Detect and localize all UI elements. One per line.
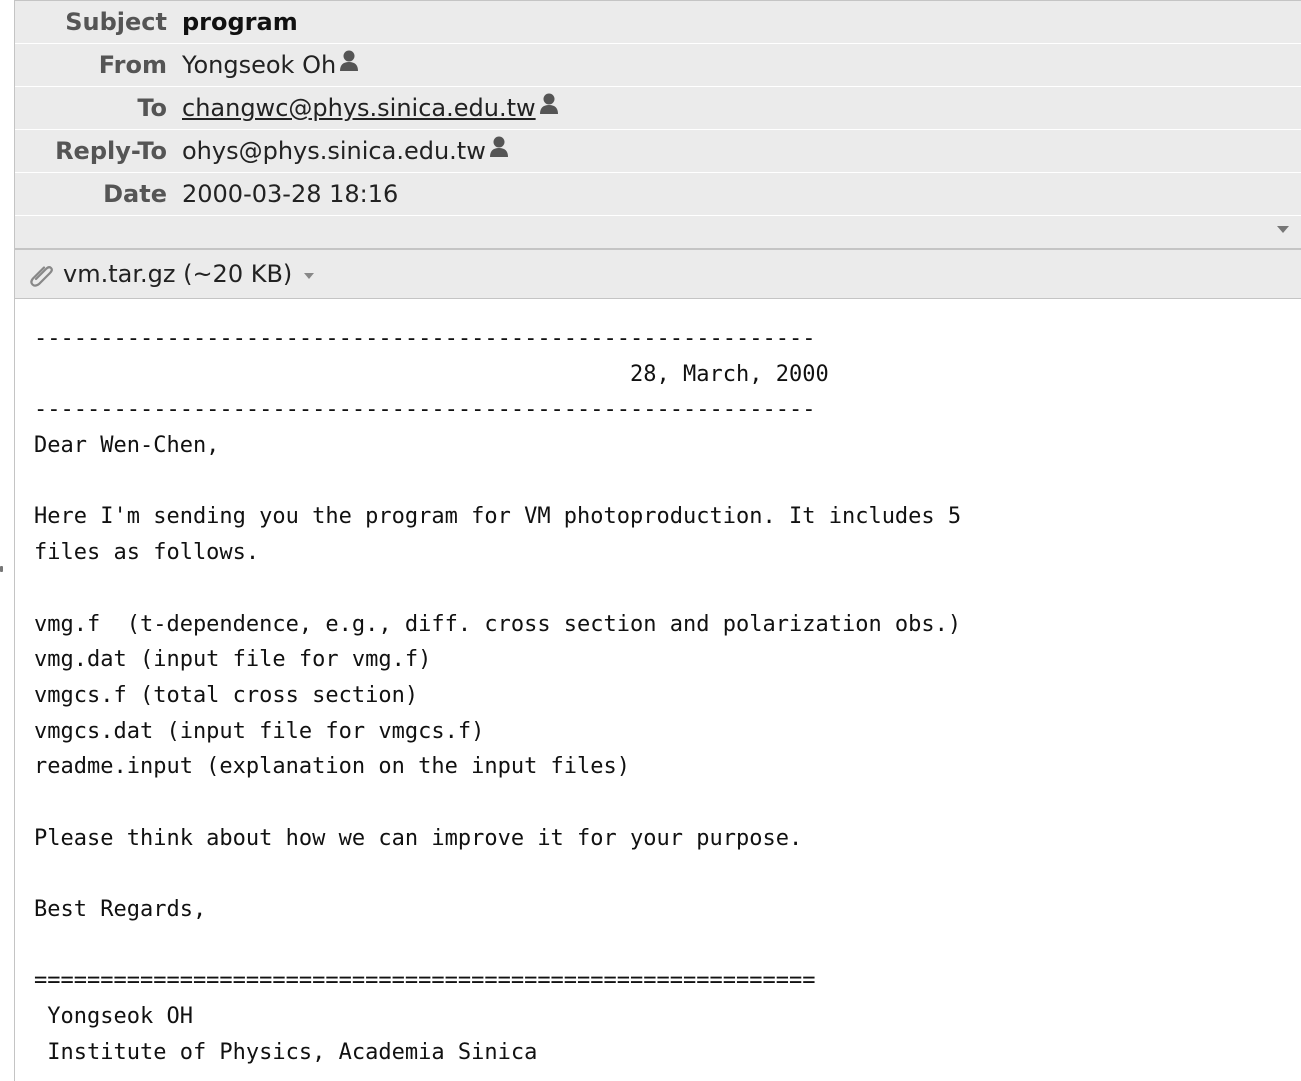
header-row-to: To changwc@phys.sinica.edu.tw xyxy=(15,87,1301,130)
header-row-subject: Subject program xyxy=(15,1,1301,44)
message-body: ----------------------------------------… xyxy=(15,299,1301,1070)
contact-person-icon[interactable] xyxy=(338,49,360,73)
from-label: From xyxy=(98,51,167,79)
body-line: Here I'm sending you the program for VM … xyxy=(34,504,962,530)
body-line: 28, March, 2000 xyxy=(34,361,829,387)
to-address-link[interactable]: changwc@phys.sinica.edu.tw xyxy=(182,94,536,122)
contact-person-icon[interactable] xyxy=(488,135,510,159)
attachment-menu-chevron-down-icon[interactable] xyxy=(304,273,315,279)
attachment-bar[interactable]: vm.tar.gz (~20 KB) xyxy=(15,250,1301,299)
chevron-down-icon[interactable] xyxy=(1277,226,1289,233)
body-line: ========================================… xyxy=(34,968,816,994)
reply-to-value[interactable]: ohys@phys.sinica.edu.tw xyxy=(182,135,510,165)
body-line: vmg.f (t-dependence, e.g., diff. cross s… xyxy=(34,611,962,637)
headers-expand-toggle[interactable] xyxy=(15,216,1301,249)
body-line: files as follows. xyxy=(34,540,260,566)
to-label: To xyxy=(137,94,167,122)
body-line xyxy=(34,856,1301,892)
message-view: Subject program From Yongseok Oh To chan… xyxy=(14,0,1301,1081)
body-line: vmgcs.f (total cross section) xyxy=(34,682,419,708)
message-headers: Subject program From Yongseok Oh To chan… xyxy=(15,1,1301,250)
left-edge-marker xyxy=(0,566,3,572)
paperclip-icon xyxy=(30,266,53,287)
body-line: ----------------------------------------… xyxy=(34,397,816,423)
to-value[interactable]: changwc@phys.sinica.edu.tw xyxy=(182,92,560,122)
subject-value: program xyxy=(182,8,298,36)
date-value: 2000-03-28 18:16 xyxy=(182,180,399,208)
attachment-name[interactable]: vm.tar.gz (~20 KB) xyxy=(63,260,292,288)
body-line xyxy=(34,785,1301,821)
body-line xyxy=(34,464,1301,500)
header-row-date: Date 2000-03-28 18:16 xyxy=(15,173,1301,216)
header-row-reply-to: Reply-To ohys@phys.sinica.edu.tw xyxy=(15,130,1301,173)
body-line: readme.input (explanation on the input f… xyxy=(34,754,631,780)
body-line xyxy=(34,571,1301,607)
date-label: Date xyxy=(103,180,167,208)
body-line: vmg.dat (input file for vmg.f) xyxy=(34,647,432,673)
body-line: Dear Wen-Chen, xyxy=(34,433,220,459)
from-name[interactable]: Yongseok Oh xyxy=(182,51,336,79)
reply-to-address[interactable]: ohys@phys.sinica.edu.tw xyxy=(182,137,486,165)
body-line xyxy=(34,928,1301,964)
body-line: Best Regards, xyxy=(34,897,207,922)
contact-person-icon[interactable] xyxy=(538,92,560,116)
body-line: ----------------------------------------… xyxy=(34,326,816,351)
header-row-from: From Yongseok Oh xyxy=(15,44,1301,87)
body-line: vmgcs.dat (input file for vmgcs.f) xyxy=(34,718,485,744)
body-line: Institute of Physics, Academia Sinica xyxy=(34,1039,538,1065)
from-value[interactable]: Yongseok Oh xyxy=(182,49,360,79)
body-line: Please think about how we can improve it… xyxy=(34,825,803,851)
subject-label: Subject xyxy=(65,8,167,36)
body-line: Yongseok OH xyxy=(34,1004,193,1030)
reply-to-label: Reply-To xyxy=(55,137,167,165)
